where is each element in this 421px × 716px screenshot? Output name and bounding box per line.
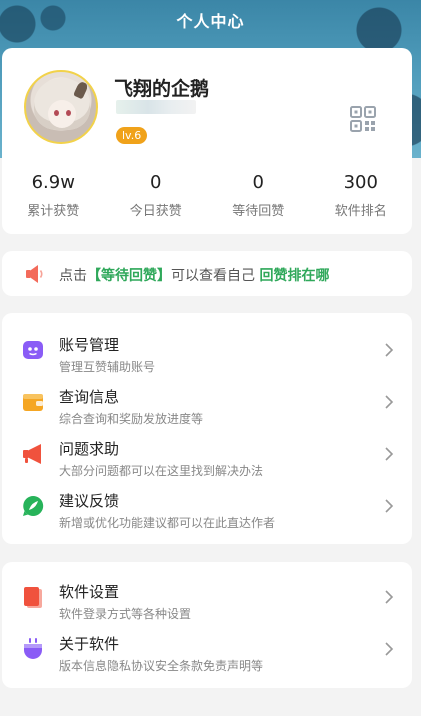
plugin-icon [24, 638, 42, 659]
menu-item-title: 建议反馈 [59, 492, 120, 510]
menu-item-title: 关于软件 [59, 635, 120, 653]
menu-item-title: 查询信息 [59, 388, 120, 406]
page-title: 个人中心 [176, 12, 245, 31]
robot-icon [23, 341, 43, 359]
menu-item-title: 问题求助 [59, 440, 120, 458]
menu-item-title: 软件设置 [59, 583, 120, 601]
stat-value: 0 [150, 172, 162, 193]
menu-item-subtitle: 新增或优化功能建议都可以在此直达作者 [59, 516, 276, 530]
menu-group-settings: 软件设置 软件登录方式等各种设置 关于软件 版本信息隐私协议安全条款免责声明等 [2, 562, 412, 688]
menu-item-query-info[interactable]: 查询信息 综合查询和奖励发放进度等 [2, 379, 412, 431]
avatar[interactable] [24, 70, 98, 144]
notice-text: 点击【等待回赞】可以查看自己 回赞排在哪 [59, 268, 330, 284]
menu-item-subtitle: 综合查询和奖励发放进度等 [59, 412, 204, 426]
menu-item-subtitle: 大部分问题都可以在这里找到解决办法 [59, 464, 264, 478]
stat-pending-return[interactable]: 0 等待回赞 [207, 168, 310, 228]
chevron-right-icon [385, 343, 394, 357]
menu-item-help[interactable]: 问题求助 大部分问题都可以在这里找到解决办法 [2, 431, 412, 483]
chevron-right-icon [385, 395, 394, 409]
notice-bar[interactable]: 点击【等待回赞】可以查看自己 回赞排在哪 [2, 251, 412, 296]
stat-label: 软件排名 [334, 204, 387, 219]
stat-label: 今日获赞 [129, 204, 182, 219]
menu-item-title: 账号管理 [59, 336, 120, 354]
stat-label: 累计获赞 [27, 204, 80, 219]
stat-value: 0 [252, 172, 264, 193]
settings-card-icon [24, 587, 42, 608]
feedback-icon [23, 495, 44, 516]
menu-item-account-management[interactable]: 账号管理 管理互赞辅助账号 [2, 327, 412, 379]
chevron-right-icon [385, 447, 394, 461]
chevron-right-icon [385, 590, 394, 604]
profile-card: 飞翔的企鹅 lv.6 6.9w 累计获赞 0 今日获赞 0 等待回赞 300 软… [2, 48, 412, 234]
menu-item-about[interactable]: 关于软件 版本信息隐私协议安全条款免责声明等 [2, 626, 412, 678]
megaphone-icon [23, 444, 41, 464]
stats-row: 6.9w 累计获赞 0 今日获赞 0 等待回赞 300 软件排名 [2, 168, 412, 228]
stat-total-likes[interactable]: 6.9w 累计获赞 [2, 168, 105, 228]
menu-group-main: 账号管理 管理互赞辅助账号 查询信息 综合查询和奖励发放进度等 问题求助 大部分… [2, 313, 412, 544]
menu-item-subtitle: 版本信息隐私协议安全条款免责声明等 [59, 659, 264, 673]
menu-item-subtitle: 管理互赞辅助账号 [59, 360, 156, 374]
stat-value: 6.9w [31, 172, 75, 193]
username: 飞翔的企鹅 [114, 78, 210, 100]
level-badge: lv.6 [116, 127, 148, 144]
stat-software-rank[interactable]: 300 软件排名 [310, 168, 413, 228]
wallet-icon [23, 394, 43, 411]
menu-item-feedback[interactable]: 建议反馈 新增或优化功能建议都可以在此直达作者 [2, 483, 412, 535]
stat-today-likes[interactable]: 0 今日获赞 [105, 168, 208, 228]
qr-code-icon[interactable] [350, 106, 376, 132]
blurred-user-id [116, 100, 196, 114]
stat-value: 300 [343, 172, 378, 193]
menu-item-software-settings[interactable]: 软件设置 软件登录方式等各种设置 [2, 574, 412, 626]
chevron-right-icon [385, 499, 394, 513]
menu-item-subtitle: 软件登录方式等各种设置 [59, 607, 192, 621]
chevron-right-icon [385, 642, 394, 656]
stat-label: 等待回赞 [232, 204, 285, 219]
speaker-icon [26, 265, 43, 283]
